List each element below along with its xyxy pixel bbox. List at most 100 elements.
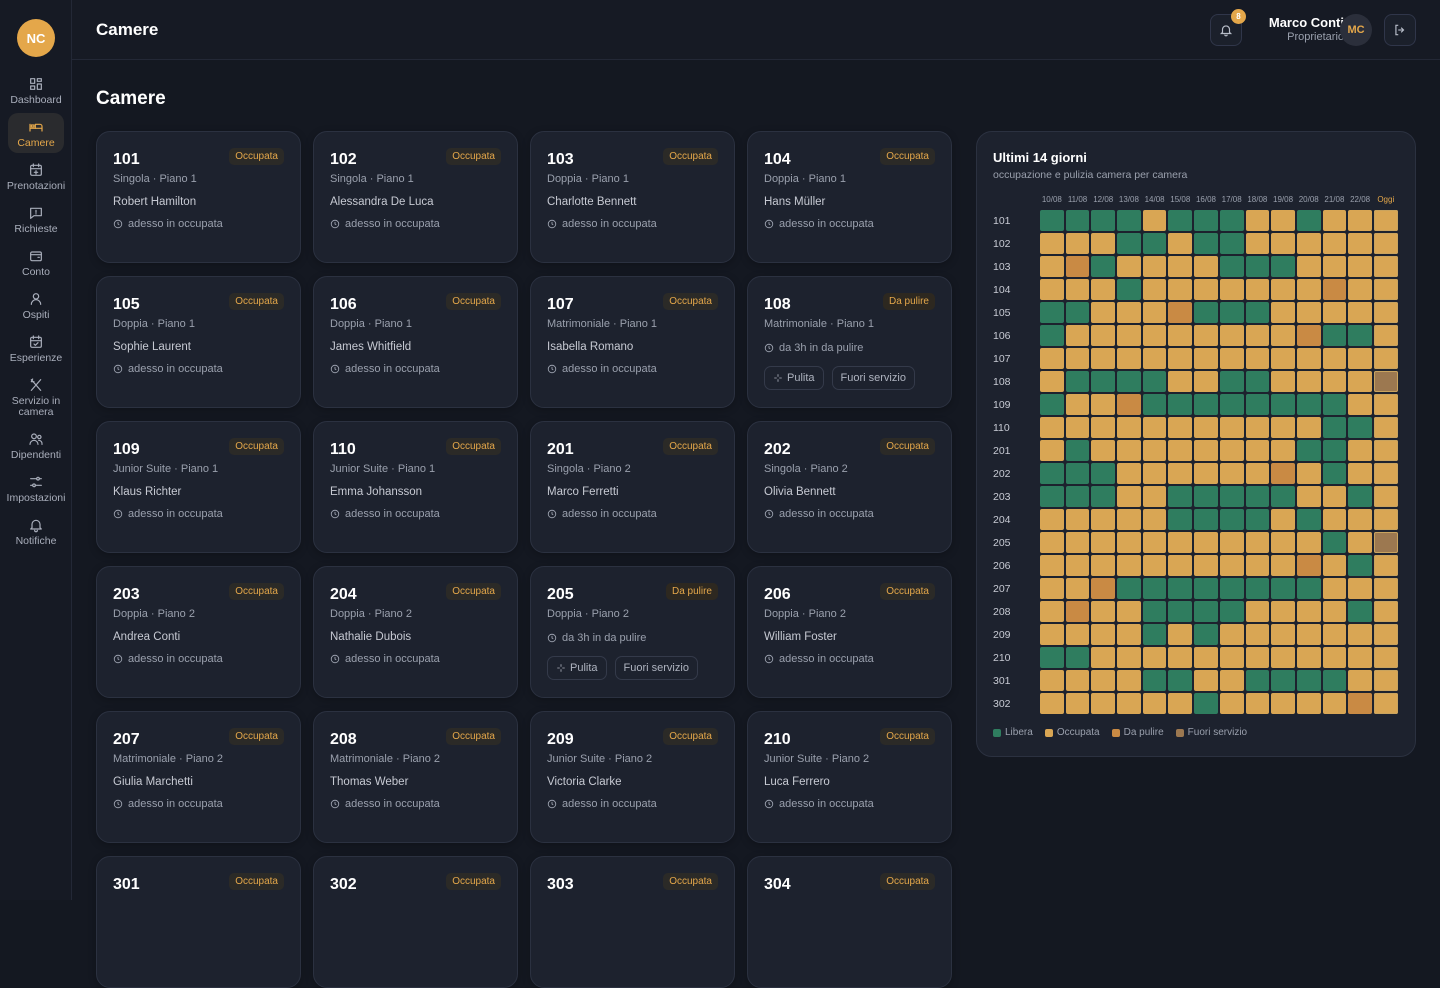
- heatmap-cell[interactable]: [1065, 233, 1090, 254]
- heatmap-cell[interactable]: [1296, 670, 1321, 691]
- sidebar-item-impostazioni[interactable]: Impostazioni: [7, 468, 65, 508]
- heatmap-cell[interactable]: [1271, 693, 1295, 714]
- heatmap-cell[interactable]: [1245, 555, 1270, 576]
- heatmap-cell[interactable]: [1373, 463, 1398, 484]
- heatmap-cell[interactable]: [1296, 555, 1321, 576]
- heatmap-cell[interactable]: [1168, 601, 1193, 622]
- heatmap-cell[interactable]: [1219, 325, 1244, 346]
- heatmap-cell[interactable]: [1194, 233, 1218, 254]
- heatmap-cell[interactable]: [1219, 647, 1244, 668]
- heatmap-cell[interactable]: [1373, 486, 1398, 507]
- heatmap-cell[interactable]: [1373, 210, 1398, 231]
- heatmap-cell[interactable]: [1040, 601, 1064, 622]
- heatmap-cell[interactable]: [1373, 532, 1398, 553]
- heatmap-cell[interactable]: [1194, 647, 1218, 668]
- room-card[interactable]: 101 Occupata Singola · Piano 1 Robert Hamil…: [96, 131, 301, 263]
- heatmap-cell[interactable]: [1219, 279, 1244, 300]
- heatmap-cell[interactable]: [1219, 348, 1244, 369]
- room-card[interactable]: 109 Occupata Junior Suite · Piano 1 Klaus R…: [96, 421, 301, 553]
- heatmap-cell[interactable]: [1194, 279, 1218, 300]
- heatmap-cell[interactable]: [1322, 670, 1347, 691]
- room-card[interactable]: 209 Occupata Junior Suite · Piano 2 Victori…: [530, 711, 735, 843]
- heatmap-cell[interactable]: [1245, 348, 1270, 369]
- sidebar-item-richieste[interactable]: Richieste: [8, 199, 64, 239]
- heatmap-cell[interactable]: [1322, 578, 1347, 599]
- heatmap-cell[interactable]: [1322, 371, 1347, 392]
- heatmap-cell[interactable]: [1091, 210, 1116, 231]
- heatmap-cell[interactable]: [1271, 233, 1295, 254]
- heatmap-cell[interactable]: [1348, 463, 1372, 484]
- heatmap-cell[interactable]: [1168, 670, 1193, 691]
- heatmap-cell[interactable]: [1322, 555, 1347, 576]
- heatmap-cell[interactable]: [1168, 394, 1193, 415]
- heatmap-cell[interactable]: [1117, 509, 1141, 530]
- heatmap-cell[interactable]: [1348, 578, 1372, 599]
- heatmap-cell[interactable]: [1065, 624, 1090, 645]
- sidebar-item-ospiti[interactable]: Ospiti: [8, 285, 64, 325]
- heatmap-cell[interactable]: [1065, 509, 1090, 530]
- heatmap-cell[interactable]: [1296, 210, 1321, 231]
- heatmap-cell[interactable]: [1040, 647, 1064, 668]
- heatmap-cell[interactable]: [1194, 532, 1218, 553]
- heatmap-cell[interactable]: [1322, 256, 1347, 277]
- heatmap-cell[interactable]: [1322, 624, 1347, 645]
- heatmap-cell[interactable]: [1245, 624, 1270, 645]
- heatmap-cell[interactable]: [1322, 509, 1347, 530]
- heatmap-cell[interactable]: [1322, 486, 1347, 507]
- heatmap-cell[interactable]: [1348, 302, 1372, 323]
- heatmap-cell[interactable]: [1271, 348, 1295, 369]
- room-card[interactable]: 103 Occupata Doppia · Piano 1 Charlotte Ben…: [530, 131, 735, 263]
- heatmap-cell[interactable]: [1271, 486, 1295, 507]
- heatmap-cell[interactable]: [1065, 348, 1090, 369]
- heatmap-cell[interactable]: [1271, 463, 1295, 484]
- heatmap-cell[interactable]: [1040, 302, 1064, 323]
- heatmap-cell[interactable]: [1194, 394, 1218, 415]
- heatmap-cell[interactable]: [1168, 371, 1193, 392]
- avatar[interactable]: MC: [1340, 14, 1372, 46]
- heatmap-cell[interactable]: [1117, 463, 1141, 484]
- out-of-service-button[interactable]: Fuori servizio: [614, 656, 698, 680]
- sidebar-item-conto[interactable]: Conto: [8, 242, 64, 282]
- heatmap-cell[interactable]: [1348, 486, 1372, 507]
- heatmap-cell[interactable]: [1348, 601, 1372, 622]
- heatmap-cell[interactable]: [1142, 440, 1167, 461]
- heatmap-cell[interactable]: [1117, 647, 1141, 668]
- heatmap-cell[interactable]: [1322, 693, 1347, 714]
- sidebar-item-esperienze[interactable]: Esperienze: [8, 328, 64, 368]
- sidebar-item-dipendenti[interactable]: Dipendenti: [8, 425, 64, 465]
- heatmap-cell[interactable]: [1117, 325, 1141, 346]
- heatmap-cell[interactable]: [1065, 256, 1090, 277]
- heatmap-cell[interactable]: [1142, 670, 1167, 691]
- heatmap-cell[interactable]: [1091, 509, 1116, 530]
- heatmap-cell[interactable]: [1040, 578, 1064, 599]
- room-card[interactable]: 302 Occupata: [313, 856, 518, 988]
- heatmap-cell[interactable]: [1194, 210, 1218, 231]
- sidebar-item-servizio-in-camera[interactable]: Servizio in camera: [8, 371, 64, 422]
- heatmap-cell[interactable]: [1348, 509, 1372, 530]
- heatmap-cell[interactable]: [1142, 210, 1167, 231]
- heatmap-cell[interactable]: [1142, 394, 1167, 415]
- heatmap-cell[interactable]: [1219, 601, 1244, 622]
- heatmap-cell[interactable]: [1245, 532, 1270, 553]
- heatmap-cell[interactable]: [1065, 578, 1090, 599]
- heatmap-cell[interactable]: [1065, 486, 1090, 507]
- heatmap-cell[interactable]: [1065, 325, 1090, 346]
- heatmap-cell[interactable]: [1296, 601, 1321, 622]
- heatmap-cell[interactable]: [1168, 463, 1193, 484]
- heatmap-cell[interactable]: [1091, 233, 1116, 254]
- heatmap-cell[interactable]: [1117, 670, 1141, 691]
- heatmap-cell[interactable]: [1348, 210, 1372, 231]
- heatmap-cell[interactable]: [1245, 279, 1270, 300]
- heatmap-cell[interactable]: [1194, 693, 1218, 714]
- heatmap-cell[interactable]: [1142, 509, 1167, 530]
- heatmap-cell[interactable]: [1219, 302, 1244, 323]
- heatmap-cell[interactable]: [1219, 256, 1244, 277]
- heatmap-cell[interactable]: [1322, 417, 1347, 438]
- heatmap-cell[interactable]: [1142, 417, 1167, 438]
- heatmap-cell[interactable]: [1296, 256, 1321, 277]
- heatmap-cell[interactable]: [1348, 555, 1372, 576]
- heatmap-cell[interactable]: [1271, 555, 1295, 576]
- room-card[interactable]: 304 Occupata: [747, 856, 952, 988]
- heatmap-cell[interactable]: [1117, 601, 1141, 622]
- heatmap-cell[interactable]: [1322, 233, 1347, 254]
